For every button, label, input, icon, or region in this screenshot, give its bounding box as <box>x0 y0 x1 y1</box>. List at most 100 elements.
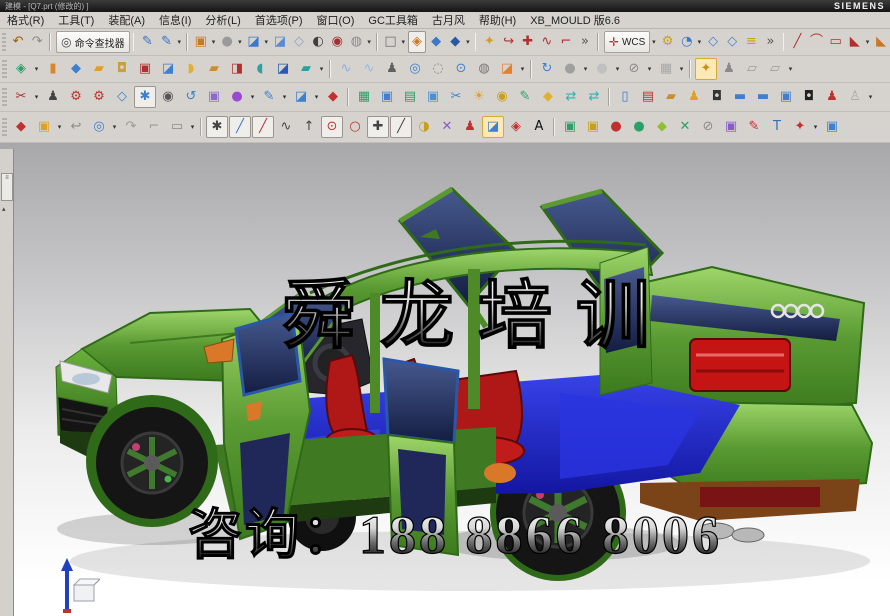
rectangle-icon[interactable]: ▭ <box>827 31 845 53</box>
doc-blue-icon[interactable]: ▯ <box>614 86 636 108</box>
line-point-icon[interactable]: ╱ <box>252 116 274 138</box>
wcs-button[interactable]: ✛WCS <box>604 31 650 53</box>
star-burst-icon[interactable]: ✱ <box>206 116 228 138</box>
assembly-cube-icon[interactable]: ◪ <box>496 58 518 80</box>
curve-hook-icon[interactable]: ↷ <box>120 116 142 138</box>
toolbar-grip[interactable] <box>2 33 6 51</box>
grid-icon[interactable]: ▦ <box>655 58 677 80</box>
find-icon[interactable]: ◉ <box>157 86 179 108</box>
cube-blue-icon[interactable]: ◪ <box>290 86 312 108</box>
clip-icon[interactable]: ✂ <box>445 86 467 108</box>
resource-bar[interactable]: ≡ ▴ <box>0 149 14 616</box>
leaf-icon[interactable]: ◆ <box>651 116 673 138</box>
redo-icon[interactable]: ↷ <box>28 31 46 53</box>
grid-green-icon[interactable]: ▦ <box>353 86 375 108</box>
pocket-icon[interactable]: ◨ <box>226 58 248 80</box>
facet-hex-icon[interactable]: ◍ <box>347 31 365 53</box>
dropdown-arrow-icon[interactable]: ▾ <box>317 65 326 73</box>
sweep-icon[interactable]: ▰ <box>88 58 110 80</box>
eye-icon[interactable]: ◎ <box>88 116 110 138</box>
no-selection-icon[interactable]: ⊘ <box>623 58 645 80</box>
text-tool-icon[interactable]: A <box>528 116 550 138</box>
shaded-edges-cube-icon[interactable]: ◪ <box>271 31 289 53</box>
dropdown-arrow-icon[interactable]: ▾ <box>650 38 657 46</box>
menu-xb-mould[interactable]: XB_MOULD 版6.6 <box>523 12 627 28</box>
car-blue-icon[interactable]: ▬ <box>729 86 751 108</box>
toolbar-grip[interactable] <box>2 118 7 136</box>
half-section-icon[interactable]: ◐ <box>309 31 327 53</box>
return-icon[interactable]: ↩ <box>65 116 87 138</box>
pan-sphere-icon[interactable]: ● <box>591 58 613 80</box>
green-panel-icon[interactable]: ▣ <box>559 116 581 138</box>
circle-gray-icon[interactable]: ◌ <box>427 58 449 80</box>
plus-boxed-icon[interactable]: ✚ <box>367 116 389 138</box>
stage-icon[interactable]: ▱ <box>741 58 763 80</box>
menu-information[interactable]: 信息(I) <box>152 12 198 28</box>
snowflake-icon[interactable]: ✱ <box>134 86 156 108</box>
cylinder-icon[interactable]: ▰ <box>295 58 317 80</box>
dropdown-arrow-icon[interactable]: ▾ <box>32 93 41 101</box>
menu-preferences[interactable]: 首选项(P) <box>248 12 310 28</box>
photo-blue-icon[interactable]: ▣ <box>775 86 797 108</box>
pencil-red-icon[interactable]: ✎ <box>743 116 765 138</box>
sphere-feature-icon[interactable]: ◎ <box>404 58 426 80</box>
dropdown-arrow-icon[interactable]: ▾ <box>55 123 64 131</box>
move-face-icon[interactable]: ◆ <box>10 116 32 138</box>
trim-icon[interactable]: ✂ <box>10 86 32 108</box>
snap-point-icon[interactable]: ▣ <box>192 31 210 53</box>
orbit-icon[interactable]: ● <box>559 58 581 80</box>
image-icon[interactable]: ▣ <box>376 86 398 108</box>
menu-window[interactable]: 窗口(O) <box>310 12 362 28</box>
dashed-rect-icon[interactable]: ▭ <box>166 116 188 138</box>
menu-guyuefeng[interactable]: 古月风 <box>425 12 472 28</box>
bag-dark-icon[interactable]: ◘ <box>798 86 820 108</box>
resource-arrow-icon[interactable]: ▴ <box>2 205 6 213</box>
edit-pencil-icon[interactable]: ✎ <box>514 86 536 108</box>
dropdown-arrow-icon[interactable]: ▾ <box>645 65 654 73</box>
gold-panel-icon[interactable]: ▣ <box>582 116 604 138</box>
swap-icon[interactable]: ⇄ <box>560 86 582 108</box>
gear-red-icon[interactable]: ⚙ <box>65 86 87 108</box>
sketch-env-icon[interactable]: ◈ <box>10 58 32 80</box>
circle-red-icon[interactable]: ○ <box>344 116 366 138</box>
menu-format[interactable]: 格式(R) <box>0 12 51 28</box>
rotate-cube-icon[interactable]: ◆ <box>427 31 445 53</box>
snap-plus-icon[interactable]: ✚ <box>519 31 537 53</box>
dropdown-arrow-icon[interactable]: ▾ <box>280 93 289 101</box>
overflow-chevron2-icon[interactable]: » <box>761 31 779 53</box>
photo-frame-icon[interactable]: ▣ <box>203 86 225 108</box>
dropdown-arrow-icon[interactable]: ▾ <box>110 123 119 131</box>
palette-icon[interactable]: ◑ <box>413 116 435 138</box>
resource-tab[interactable]: ≡ <box>1 173 13 201</box>
dropdown-arrow-icon[interactable]: ▾ <box>210 38 217 46</box>
refresh-icon[interactable]: ↺ <box>180 86 202 108</box>
block-icon[interactable]: ▣ <box>134 58 156 80</box>
dropdown-arrow-icon[interactable]: ▾ <box>581 65 590 73</box>
purple-panel-icon[interactable]: ▣ <box>720 116 742 138</box>
dropdown-arrow-icon[interactable]: ▾ <box>365 38 372 46</box>
slash-boxed-icon[interactable]: ╱ <box>390 116 412 138</box>
command-finder-button[interactable]: ◎命令查找器 <box>56 31 129 53</box>
red-ball-icon[interactable]: ● <box>605 116 627 138</box>
cube-highlight-icon[interactable]: ◪ <box>482 116 504 138</box>
datum-diamond2-icon[interactable]: ◇ <box>723 31 741 53</box>
gold-diamond-icon[interactable]: ◆ <box>537 86 559 108</box>
dropdown-arrow-icon[interactable]: ▾ <box>464 38 471 46</box>
snap-arrow-icon[interactable]: ↪ <box>499 31 517 53</box>
measure-icon[interactable]: ◔ <box>678 31 696 53</box>
dropdown-arrow-icon[interactable]: ▾ <box>32 65 41 73</box>
dropdown-arrow-icon[interactable]: ▾ <box>176 38 183 46</box>
studio-spline-icon[interactable]: ∿ <box>275 116 297 138</box>
toolbar-grip[interactable] <box>2 88 7 106</box>
stage2-icon[interactable]: ▱ <box>764 58 786 80</box>
overflow-chevron-icon[interactable]: » <box>576 31 594 53</box>
shaded-cube-icon[interactable]: ◪ <box>244 31 262 53</box>
photo-plus-icon[interactable]: ▣ <box>33 116 55 138</box>
circled-dot-icon[interactable]: ⊙ <box>321 116 343 138</box>
x-purple-icon[interactable]: ✕ <box>436 116 458 138</box>
menu-gc-toolbox[interactable]: GC工具箱 <box>361 12 425 28</box>
wire-box-icon[interactable]: ◇ <box>111 86 133 108</box>
line-icon[interactable]: ╱ <box>788 31 806 53</box>
sketch-line-icon[interactable]: ╱ <box>229 116 251 138</box>
dropdown-arrow-icon[interactable]: ▾ <box>696 38 703 46</box>
